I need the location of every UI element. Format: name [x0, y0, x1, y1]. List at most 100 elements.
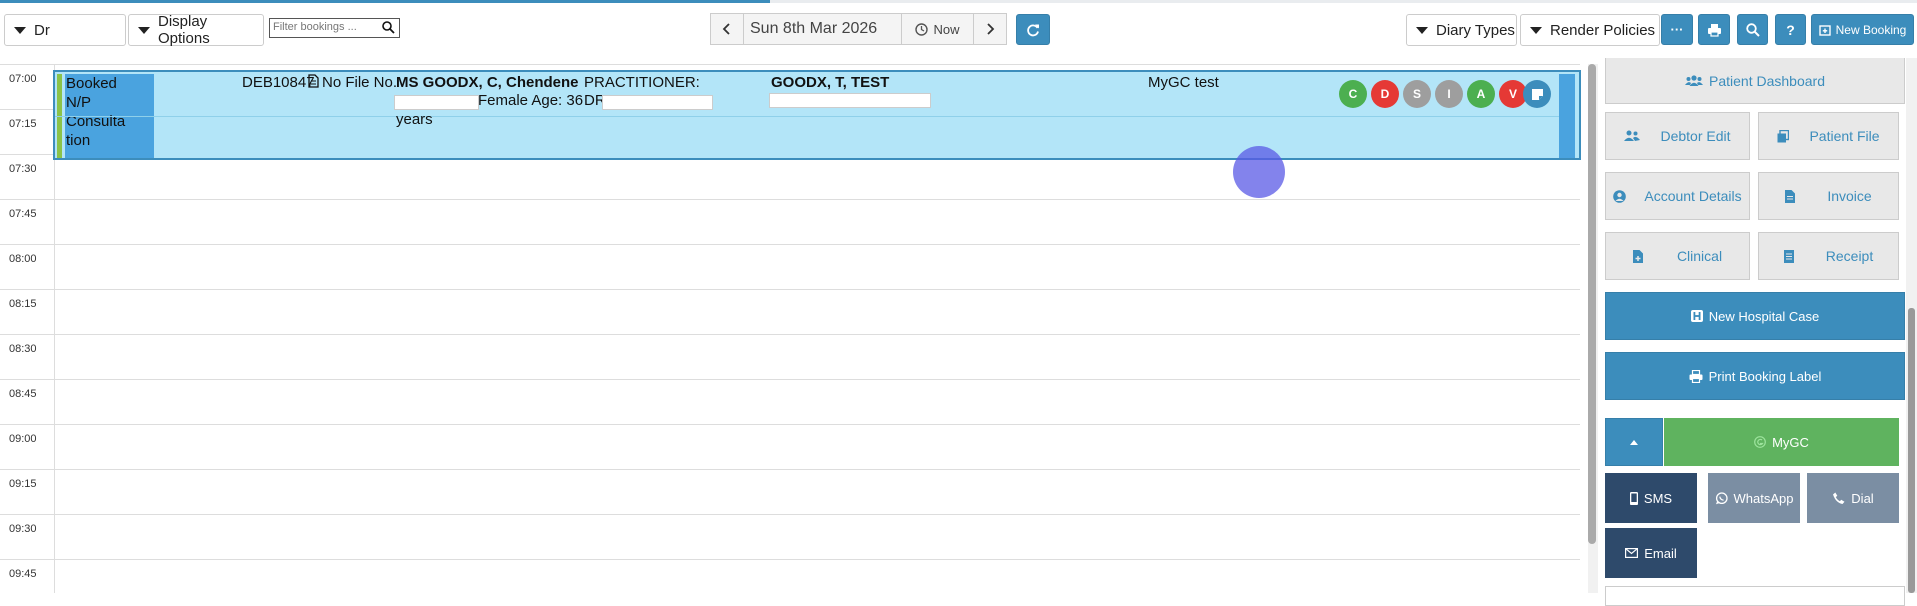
mygc-icon: [1754, 436, 1766, 448]
receipt-icon: [1783, 249, 1794, 263]
debtor-edit-label: Debtor Edit: [1660, 128, 1731, 144]
time-slot-row[interactable]: 08:15: [0, 289, 1580, 335]
search-button[interactable]: [1737, 14, 1768, 45]
time-label: 08:45: [9, 388, 37, 400]
phone-icon: [1832, 492, 1845, 505]
time-label: 09:00: [9, 433, 37, 445]
status-indicator-c[interactable]: C: [1339, 80, 1367, 108]
time-slot-cell[interactable]: [54, 245, 1581, 289]
previous-day-button[interactable]: [710, 13, 744, 45]
status-indicator-a[interactable]: A: [1467, 80, 1495, 108]
printer-icon: [1689, 369, 1703, 383]
invoice-button[interactable]: Invoice: [1758, 172, 1899, 220]
time-slot-cell[interactable]: [54, 155, 1581, 199]
booking-resize-handle[interactable]: [1559, 74, 1575, 158]
patient-file-label: Patient File: [1809, 128, 1880, 144]
status-indicator-d[interactable]: D: [1371, 80, 1399, 108]
panel-scrollbar[interactable]: [1906, 58, 1917, 593]
note-icon-button[interactable]: [1523, 80, 1551, 108]
time-slot-cell[interactable]: [54, 560, 1581, 593]
display-options-label: Display Options: [158, 13, 210, 47]
whatsapp-icon: [1715, 491, 1728, 505]
mygc-button[interactable]: MyGC: [1664, 418, 1899, 466]
account-details-button[interactable]: Account Details: [1605, 172, 1750, 220]
dial-label: Dial: [1851, 490, 1874, 506]
render-policies-label: Render Policies: [1550, 21, 1656, 39]
time-slot-cell[interactable]: [54, 515, 1581, 559]
email-button[interactable]: Email: [1605, 528, 1697, 578]
redacted-field: [769, 93, 931, 108]
clinical-button[interactable]: Clinical: [1605, 232, 1750, 280]
date-value: Sun 8th Mar 2026: [750, 20, 878, 37]
status-indicator-s[interactable]: S: [1403, 80, 1431, 108]
time-slot-cell[interactable]: [54, 290, 1581, 334]
time-slot-cell[interactable]: [54, 425, 1581, 469]
patient-age-unit: years: [396, 111, 433, 128]
debtor-number[interactable]: DEB10847: [242, 74, 315, 91]
help-button[interactable]: ?: [1775, 14, 1806, 45]
time-slot-cell[interactable]: [54, 380, 1581, 424]
time-slot-row[interactable]: 09:30: [0, 514, 1580, 560]
print-button[interactable]: [1698, 14, 1730, 45]
users-icon: [1624, 130, 1641, 142]
booking-note: MyGC test: [1148, 74, 1219, 91]
booking-type-label-cont: tion: [66, 132, 91, 149]
whatsapp-label: WhatsApp: [1733, 490, 1794, 506]
time-slot-cell[interactable]: [54, 470, 1581, 514]
refresh-button[interactable]: [1016, 14, 1050, 45]
patient-file-button[interactable]: Patient File: [1758, 112, 1899, 160]
now-button[interactable]: Now: [901, 13, 974, 45]
practitioner-label: PRACTITIONER:: [584, 74, 700, 91]
search-icon[interactable]: [382, 21, 395, 34]
patient-gender-age: Female Age: 36: [478, 92, 584, 109]
printer-icon: [1707, 23, 1722, 37]
refresh-icon: [1026, 23, 1040, 37]
display-options-button[interactable]: Display Options: [128, 13, 264, 47]
time-slot-row[interactable]: 07:45: [0, 199, 1580, 245]
receipt-label: Receipt: [1825, 248, 1874, 264]
new-booking-button[interactable]: New Booking: [1811, 14, 1914, 45]
render-policies-button[interactable]: Render Policies: [1520, 14, 1660, 46]
practitioner-name: GOODX, T, TEST: [771, 74, 890, 91]
print-booking-label-button[interactable]: Print Booking Label: [1605, 352, 1905, 400]
receipt-button[interactable]: Receipt: [1758, 232, 1899, 280]
time-slot-row[interactable]: 07:30: [0, 154, 1580, 200]
email-label: Email: [1644, 545, 1677, 561]
hospital-icon: [1690, 310, 1703, 322]
filter-bookings-input[interactable]: Filter bookings ...: [269, 18, 400, 38]
copy-icon: [1777, 129, 1790, 143]
time-label: 08:15: [9, 298, 37, 310]
whatsapp-button[interactable]: WhatsApp: [1708, 473, 1800, 523]
doctor-select[interactable]: Dr: [4, 14, 126, 46]
more-options-button[interactable]: ···: [1661, 14, 1693, 45]
diary-scrollbar[interactable]: [1588, 64, 1598, 593]
time-slot-row[interactable]: 09:00: [0, 424, 1580, 470]
time-slot-row[interactable]: 08:30: [0, 334, 1580, 380]
next-day-button[interactable]: [973, 13, 1007, 45]
patient-dashboard-button[interactable]: Patient Dashboard: [1605, 58, 1905, 104]
new-hospital-case-button[interactable]: New Hospital Case: [1605, 292, 1905, 340]
time-slot-row[interactable]: 08:45: [0, 379, 1580, 425]
dial-button[interactable]: Dial: [1807, 473, 1899, 523]
debtor-edit-button[interactable]: Debtor Edit: [1605, 112, 1750, 160]
booking-type-label: N/P Consulta: [66, 94, 126, 130]
status-indicator-i[interactable]: I: [1435, 80, 1463, 108]
sms-button[interactable]: SMS: [1605, 473, 1697, 523]
panel-next-item: [1605, 586, 1905, 606]
diary-types-button[interactable]: Diary Types: [1406, 14, 1517, 46]
redacted-field: [394, 95, 479, 110]
pointer-highlight: [1233, 146, 1285, 198]
file-text-icon: [1785, 189, 1796, 203]
date-picker-input[interactable]: Sun 8th Mar 2026: [743, 13, 902, 45]
envelope-icon: [1625, 548, 1639, 558]
redacted-field: [602, 95, 713, 110]
time-slot-row[interactable]: 09:45: [0, 559, 1580, 593]
time-slot-cell[interactable]: [54, 335, 1581, 379]
time-slot-cell[interactable]: [54, 200, 1581, 244]
time-slot-row[interactable]: 09:15: [0, 469, 1580, 515]
calendar-plus-icon: [1818, 24, 1831, 36]
now-label: Now: [933, 21, 960, 37]
time-slot-row[interactable]: 08:00: [0, 244, 1580, 290]
patient-name[interactable]: MS GOODX, C, Chendene: [396, 74, 579, 91]
collapse-toggle-button[interactable]: [1605, 418, 1663, 466]
